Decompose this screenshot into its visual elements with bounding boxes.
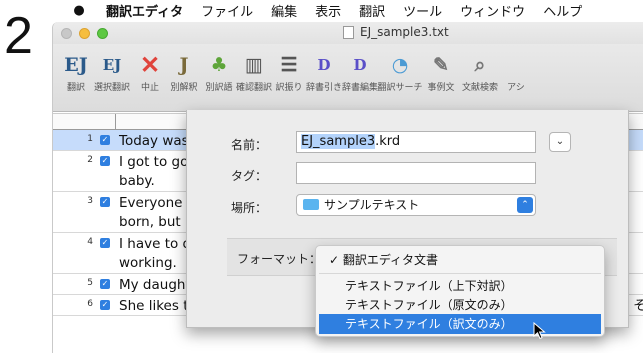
- folder-icon: [303, 199, 319, 210]
- document-icon: [343, 25, 354, 39]
- tb-dictionary-edit-button[interactable]: D 辞書編集: [342, 50, 378, 93]
- tag-label: タグ：: [230, 169, 267, 183]
- menu-translate[interactable]: 翻訳: [359, 1, 385, 20]
- zoom-window-button[interactable]: [97, 28, 108, 39]
- menu-file[interactable]: ファイル: [201, 1, 253, 20]
- filename-input[interactable]: EJ_sample3.krd: [296, 131, 536, 153]
- menu-view[interactable]: 表示: [315, 1, 341, 20]
- row-checkbox[interactable]: ✓: [100, 238, 110, 248]
- format-option-parallel[interactable]: テキストファイル（上下対訳）: [319, 276, 601, 296]
- minimize-window-button[interactable]: [79, 28, 90, 39]
- row-checkbox[interactable]: ✓: [100, 279, 110, 289]
- format-label: フォーマット：: [236, 252, 321, 266]
- location-label: 場所：: [230, 201, 267, 215]
- text-search-icon: ⌕: [474, 54, 486, 76]
- stop-icon: ✕: [139, 50, 161, 79]
- toolbar: EJ 翻訳 EJ 選択翻訳 ✕ 中止 J 別解釈 ♣ 別訳語 ▥ 確認翻訳 ☰ 訳振り D 辞書…: [53, 44, 643, 112]
- menu-bar: ● 翻訳エディタ ファイル 編集 表示 翻訳 ツール ウィンドウ ヘルプ: [58, 0, 643, 20]
- row-checkbox[interactable]: ✓: [100, 135, 110, 145]
- tags-input[interactable]: [296, 162, 536, 184]
- example-sentences-icon: ✎: [433, 54, 449, 76]
- dictionary-edit-icon: D: [353, 56, 367, 74]
- title-bar: EJ_sample3.txt: [53, 22, 643, 44]
- menu-window[interactable]: ウィンドウ: [460, 1, 525, 20]
- row-checkbox[interactable]: ✓: [100, 197, 110, 207]
- tb-selection-translate-button[interactable]: EJ 選択翻訳: [94, 50, 130, 93]
- row-checkbox[interactable]: ✓: [100, 300, 110, 310]
- furigana-icon: ☰: [280, 54, 298, 76]
- confirm-translation-icon: ▥: [245, 54, 263, 76]
- EJ-selection-icon: EJ: [102, 56, 122, 74]
- expand-dialog-button[interactable]: ⌄: [549, 132, 571, 152]
- assist-icon: [499, 50, 533, 80]
- name-label: 名前：: [230, 138, 267, 152]
- chevron-updown-icon: ⌃: [517, 197, 533, 213]
- row-checkbox[interactable]: ✓: [100, 156, 110, 166]
- format-menu: ✓ 翻訳エディタ文書 テキストファイル（上下対訳） テキストファイル（原文のみ）…: [315, 245, 605, 337]
- location-select[interactable]: サンプルテキスト ⌃: [296, 194, 536, 216]
- tb-text-search-button[interactable]: ⌕ 文献検索: [462, 50, 498, 93]
- menu-separator: [319, 273, 601, 274]
- format-option-source-only[interactable]: テキストファイル（原文のみ）: [319, 295, 601, 315]
- window-title: EJ_sample3.txt: [343, 25, 449, 39]
- format-option-translation-only[interactable]: テキストファイル（訳文のみ）: [319, 314, 601, 334]
- menu-tools[interactable]: ツール: [403, 1, 442, 20]
- tb-example-sentences-button[interactable]: ✎ 事例文: [424, 50, 458, 93]
- format-option-editor-doc[interactable]: ✓ 翻訳エディタ文書: [319, 250, 601, 270]
- menu-help[interactable]: ヘルプ: [543, 1, 582, 20]
- tb-assist-button[interactable]: アシ: [499, 50, 533, 93]
- tb-dictionary-lookup-button[interactable]: D 辞書引き: [306, 50, 342, 93]
- dictionary-lookup-icon: D: [317, 56, 331, 74]
- alt-word-icon: ♣: [210, 54, 228, 76]
- menu-app[interactable]: 翻訳エディタ: [106, 1, 183, 20]
- close-window-button[interactable]: [61, 28, 72, 39]
- mouse-cursor-icon: [533, 322, 546, 340]
- tb-translate-button[interactable]: EJ 翻訳: [59, 50, 93, 93]
- apple-icon[interactable]: ●: [72, 3, 86, 18]
- alt-translation-icon: J: [179, 54, 189, 76]
- translation-search-icon: ◔: [391, 54, 409, 76]
- chevron-down-icon: ⌄: [555, 136, 565, 147]
- window-title-text: EJ_sample3.txt: [360, 25, 449, 39]
- menu-edit[interactable]: 編集: [271, 1, 297, 20]
- tb-translation-search-button[interactable]: ◔ 翻訳サーチ: [377, 50, 422, 93]
- EJ-translate-icon: EJ: [64, 54, 88, 76]
- step-number: 2: [4, 7, 33, 65]
